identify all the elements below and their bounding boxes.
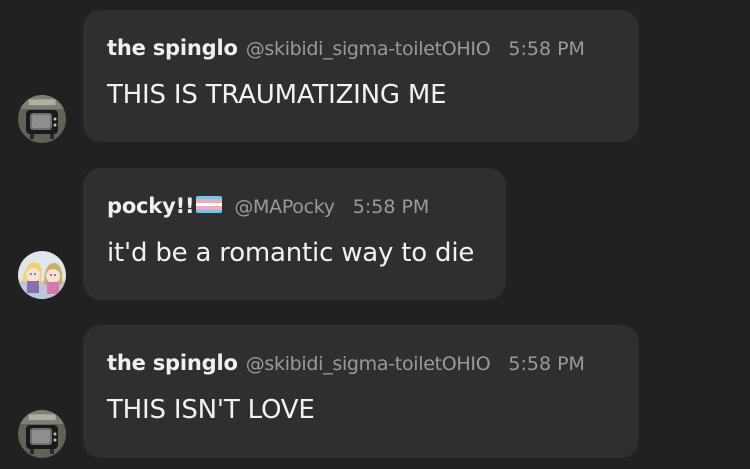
message-text: THIS ISN'T LOVE: [107, 395, 315, 425]
message-text: it'd be a romantic way to die: [107, 238, 475, 268]
timestamp: 5:58 PM: [508, 353, 585, 375]
tv-avatar-icon[interactable]: ▒▒▒▒▒▒▒: [18, 410, 66, 458]
message-header: the spinglo @skibidi_sigma-toiletOHIO 5:…: [107, 36, 615, 66]
svg-text:▒▒▒▒▒▒▒: ▒▒▒▒▒▒▒: [29, 414, 56, 421]
tv-avatar-icon[interactable]: ▒▒▒▒▒▒▒: [18, 95, 66, 143]
anime-girls-avatar-icon[interactable]: [18, 251, 66, 299]
author-handle[interactable]: @MAPocky: [234, 196, 335, 218]
timestamp: 5:58 PM: [352, 196, 430, 218]
author-handle[interactable]: @skibidi_sigma-toiletOHIO: [246, 38, 491, 60]
message-bubble[interactable]: the spinglo @skibidi_sigma-toiletOHIO 5:…: [83, 325, 639, 458]
author-name[interactable]: the spinglo: [107, 351, 238, 375]
message-text: THIS IS TRAUMATIZING ME: [107, 80, 447, 110]
message-bubble[interactable]: pocky!! @MAPocky 5:58 PM it'd be a roman…: [83, 168, 506, 300]
author-name[interactable]: pocky!!: [107, 194, 195, 218]
transgender-flag-icon: [196, 196, 223, 213]
timestamp: 5:58 PM: [508, 38, 585, 60]
message-header: pocky!! @MAPocky 5:58 PM: [107, 194, 482, 224]
author-name[interactable]: the spinglo: [107, 36, 238, 60]
svg-text:▒▒▒▒▒▒▒: ▒▒▒▒▒▒▒: [29, 99, 56, 106]
message-bubble[interactable]: the spinglo @skibidi_sigma-toiletOHIO 5:…: [83, 10, 639, 142]
message-header: the spinglo @skibidi_sigma-toiletOHIO 5:…: [107, 351, 615, 381]
author-handle[interactable]: @skibidi_sigma-toiletOHIO: [246, 353, 491, 375]
chat-feed: ▒▒▒▒▒▒▒ the spinglo @skibidi_sigma-toile…: [0, 0, 750, 469]
